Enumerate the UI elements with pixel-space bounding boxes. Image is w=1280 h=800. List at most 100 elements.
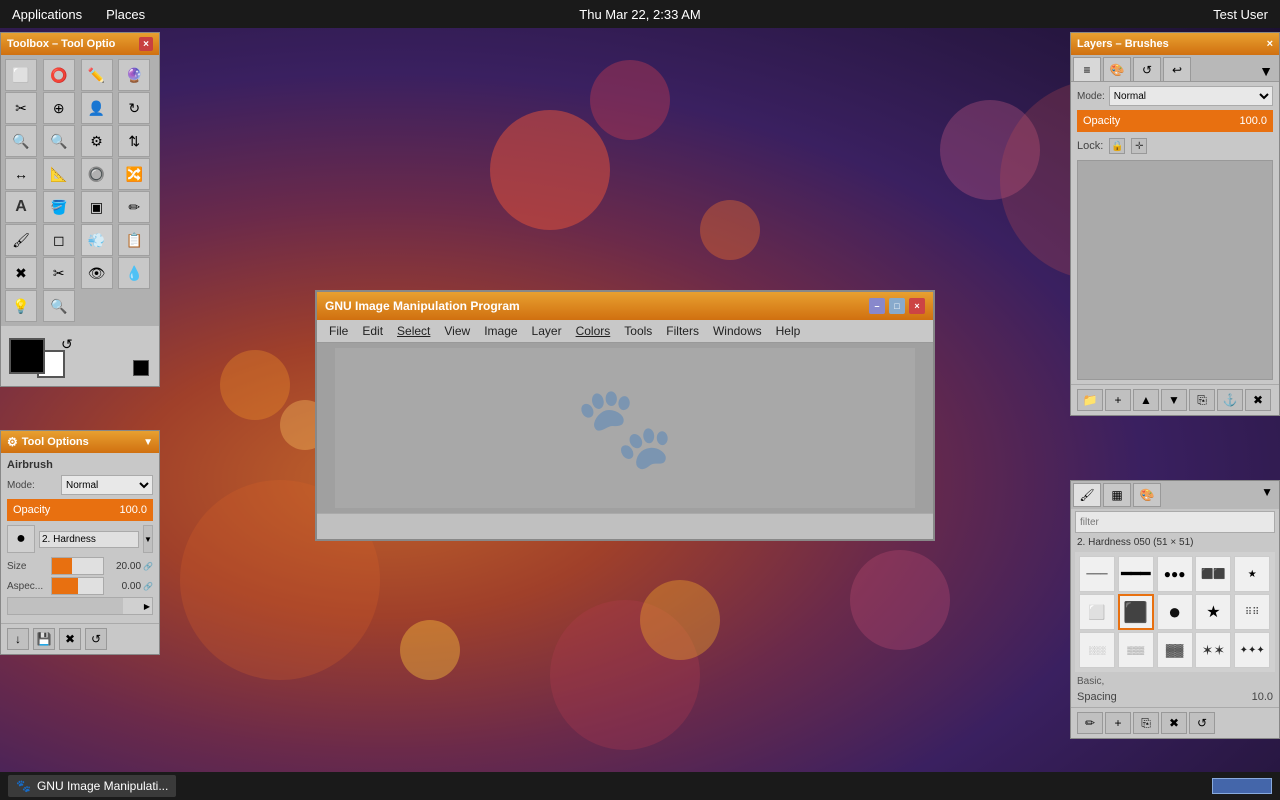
tool-crop[interactable]: 👤 — [81, 92, 113, 124]
layer-anchor[interactable]: ⚓ — [1217, 389, 1243, 411]
brush-refresh[interactable]: ↺ — [1189, 712, 1215, 734]
tool-clone[interactable]: 📋 — [118, 224, 150, 256]
brushes-tab-gradients[interactable]: 🎨 — [1133, 483, 1161, 507]
brush-scroll[interactable]: ▼ — [143, 525, 153, 553]
brush-cell-3[interactable]: ●●● — [1157, 556, 1193, 592]
brush-cell-9[interactable]: ★ — [1195, 594, 1231, 630]
tool-smudge[interactable]: 👁 — [81, 257, 113, 289]
brush-duplicate[interactable]: ⎘ — [1133, 712, 1159, 734]
brush-cell-15[interactable]: ✦✦✦ — [1234, 632, 1270, 668]
brush-cell-13[interactable]: ▓▓ — [1157, 632, 1193, 668]
layer-delete[interactable]: ✖ — [1245, 389, 1271, 411]
size-link[interactable]: 🔗 — [143, 562, 153, 571]
menu-view[interactable]: View — [438, 322, 476, 340]
brush-cell-5[interactable]: ★ — [1234, 556, 1270, 592]
menu-edit[interactable]: Edit — [356, 322, 389, 340]
brush-filter-input[interactable] — [1075, 511, 1275, 533]
tool-paths[interactable]: 🔘 — [81, 158, 113, 190]
menu-select[interactable]: Select — [391, 322, 436, 340]
tool-warp[interactable]: 🔀 — [118, 158, 150, 190]
brush-preview[interactable]: ● — [7, 525, 35, 553]
reset-colors[interactable] — [133, 360, 149, 376]
tool-nudge[interactable]: ↔ — [5, 158, 37, 190]
brush-new[interactable]: + — [1105, 712, 1131, 734]
applications-menu[interactable]: Applications — [8, 5, 86, 24]
aspect-link[interactable]: 🔗 — [143, 582, 153, 591]
tool-align[interactable]: ⊕ — [43, 92, 75, 124]
layers-close-button[interactable]: × — [1267, 38, 1273, 50]
tool-pencil[interactable]: ✏ — [118, 191, 150, 223]
foreground-color[interactable] — [9, 338, 45, 374]
tool-fill[interactable]: 🪣 — [43, 191, 75, 223]
layer-raise[interactable]: ▲ — [1133, 389, 1159, 411]
color-swap-button[interactable]: ↺ — [61, 336, 73, 353]
layers-mode-select[interactable]: Normal Dissolve — [1109, 86, 1273, 106]
layers-tab-undo[interactable]: ↩ — [1163, 57, 1191, 81]
brush-cell-11[interactable]: ░░░ — [1079, 632, 1115, 668]
taskbar-item-gimp[interactable]: 🐾 GNU Image Manipulati... — [8, 775, 176, 797]
toolbox-close-button[interactable]: × — [139, 37, 153, 51]
lock-position-btn[interactable]: ✛ — [1131, 138, 1147, 154]
menu-colors[interactable]: Colors — [570, 322, 617, 340]
brush-edit[interactable]: ✏ — [1077, 712, 1103, 734]
brushes-panel-menu[interactable]: ▼ — [1257, 483, 1277, 507]
tool-flip[interactable]: ⇅ — [118, 125, 150, 157]
tool-eraser[interactable]: ◻ — [43, 224, 75, 256]
menu-image[interactable]: Image — [478, 322, 523, 340]
tool-options-collapse[interactable]: ▼ — [143, 437, 153, 448]
brush-cell-7[interactable]: ⬛ — [1118, 594, 1154, 630]
brush-delete[interactable]: ✖ — [1161, 712, 1187, 734]
tool-paintbrush[interactable]: 🖌 — [5, 224, 37, 256]
brush-cell-10[interactable]: ⠿⠿ — [1234, 594, 1270, 630]
layer-new-group[interactable]: 📁 — [1077, 389, 1103, 411]
brush-cell-2[interactable]: ━━━ — [1118, 556, 1154, 592]
layers-opacity-bar[interactable]: Opacity 100.0 — [1077, 110, 1273, 132]
brush-cell-8[interactable]: ● — [1157, 594, 1193, 630]
menu-windows[interactable]: Windows — [707, 322, 768, 340]
options-restore[interactable]: ↓ — [7, 628, 29, 650]
tool-free-select[interactable]: ✏️ — [81, 59, 113, 91]
layer-duplicate[interactable]: ⎘ — [1189, 389, 1215, 411]
tool-zoom[interactable]: 🔍 — [43, 290, 75, 322]
layers-tab-paths[interactable]: ↺ — [1133, 57, 1161, 81]
tool-blur-sharpen[interactable]: 💧 — [118, 257, 150, 289]
layer-new[interactable]: + — [1105, 389, 1131, 411]
layers-tab-layers[interactable]: ≡ — [1073, 57, 1101, 81]
gimp-close-button[interactable]: × — [909, 298, 925, 314]
gimp-maximize-button[interactable]: □ — [889, 298, 905, 314]
tool-fuzzy-select[interactable]: 🔮 — [118, 59, 150, 91]
brush-cell-12[interactable]: ▒▒▒ — [1118, 632, 1154, 668]
tool-dodge-burn[interactable]: ✂ — [43, 257, 75, 289]
places-menu[interactable]: Places — [102, 5, 149, 24]
tool-rect-select[interactable]: ⬜ — [5, 59, 37, 91]
tool-gradient[interactable]: ▣ — [81, 191, 113, 223]
aspect-bar[interactable] — [51, 577, 104, 595]
tool-airbrush[interactable]: 💨 — [81, 224, 113, 256]
options-reset[interactable]: ↺ — [85, 628, 107, 650]
brush-cell-4[interactable]: ⬛⬛ — [1195, 556, 1231, 592]
layer-lower[interactable]: ▼ — [1161, 389, 1187, 411]
scroll-right[interactable]: ▶ — [142, 602, 152, 611]
brush-cell-14[interactable]: ✶✶ — [1195, 632, 1231, 668]
brush-cell-6[interactable]: ⬜ — [1079, 594, 1115, 630]
layers-panel-menu[interactable]: ▼ — [1255, 61, 1277, 81]
layers-tab-channels[interactable]: 🎨 — [1103, 57, 1131, 81]
tool-heal[interactable]: ✖ — [5, 257, 37, 289]
gimp-minimize-button[interactable]: – — [869, 298, 885, 314]
tool-perspective[interactable]: ⚙ — [81, 125, 113, 157]
tool-move[interactable]: ✂ — [5, 92, 37, 124]
brush-cell-1[interactable]: ─── — [1079, 556, 1115, 592]
tool-measure[interactable]: 📐 — [43, 158, 75, 190]
menu-filters[interactable]: Filters — [660, 322, 705, 340]
extra-scrollbar[interactable]: ▶ — [7, 597, 153, 615]
lock-pixels-btn[interactable]: 🔒 — [1109, 138, 1125, 154]
tool-rotate[interactable]: ↻ — [118, 92, 150, 124]
menu-file[interactable]: File — [323, 322, 354, 340]
mode-select[interactable]: Normal Dissolve Multiply — [61, 475, 153, 495]
tool-text[interactable]: A — [5, 191, 37, 223]
tool-color-picker[interactable]: 💡 — [5, 290, 37, 322]
menu-layer[interactable]: Layer — [526, 322, 568, 340]
tool-shear[interactable]: 🔍 — [43, 125, 75, 157]
options-delete[interactable]: ✖ — [59, 628, 81, 650]
tool-scale[interactable]: 🔍 — [5, 125, 37, 157]
